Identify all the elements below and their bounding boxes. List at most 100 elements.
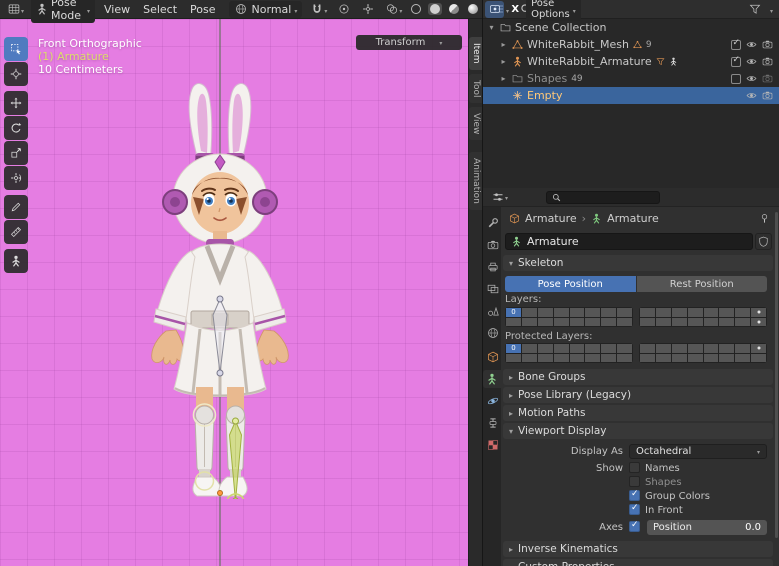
shading-rendered-button[interactable] [466, 3, 480, 15]
pose-options-dropdown[interactable]: Pose Options [526, 0, 581, 21]
proportional-editing-button[interactable] [334, 1, 353, 18]
layer-toggle[interactable] [735, 318, 750, 327]
sidebar-tab-item[interactable]: Item [469, 37, 482, 70]
layer-toggle[interactable] [719, 344, 734, 353]
pose-library-panel-header[interactable]: Pose Library (Legacy) [503, 387, 773, 403]
layer-toggle[interactable] [585, 318, 600, 327]
layer-toggle[interactable] [672, 308, 687, 317]
layer-toggle[interactable] [751, 318, 766, 327]
pose-breakdowner-tool[interactable] [4, 249, 28, 273]
properties-tab-scene[interactable] [485, 302, 501, 320]
menu-view[interactable]: View [100, 2, 134, 17]
layer-toggle[interactable] [735, 354, 750, 363]
layer-toggle[interactable] [735, 344, 750, 353]
properties-tab-constraints[interactable] [485, 414, 501, 432]
layer-toggle[interactable] [688, 354, 703, 363]
shading-wireframe-button[interactable] [409, 3, 423, 15]
menu-pose[interactable]: Pose [186, 2, 219, 17]
properties-tab-world[interactable] [485, 324, 501, 342]
layer-toggle[interactable] [735, 308, 750, 317]
overlays-toggle[interactable] [382, 1, 404, 18]
cursor-tool[interactable] [4, 62, 28, 86]
3d-viewport[interactable]: Front Orthographic (1) Armature 10 Centi… [0, 19, 468, 566]
breadcrumb-object[interactable]: Armature [525, 212, 577, 225]
layer-toggle[interactable] [601, 344, 616, 353]
fake-user-shield-button[interactable] [755, 233, 772, 250]
expand-arrow-icon[interactable] [499, 40, 508, 49]
mode-select[interactable]: Pose Mode [31, 0, 95, 23]
layer-toggle[interactable] [640, 318, 655, 327]
layer-toggle[interactable] [522, 308, 537, 317]
inverse-kinematics-panel-header[interactable]: Inverse Kinematics [503, 541, 773, 557]
pose-position-button[interactable]: Pose Position [505, 276, 636, 292]
breadcrumb-data[interactable]: Armature [607, 212, 659, 225]
layer-toggle[interactable] [554, 308, 569, 317]
character-model[interactable] [100, 69, 340, 499]
layer-toggle[interactable] [656, 308, 671, 317]
shading-solid-button[interactable] [428, 3, 442, 15]
scale-tool[interactable] [4, 141, 28, 165]
layer-toggle[interactable] [522, 354, 537, 363]
pin-icon[interactable] [757, 211, 772, 226]
render-camera-icon[interactable] [762, 56, 773, 67]
expand-arrow-icon[interactable] [499, 74, 508, 83]
x-mirror-toggle[interactable]: X [509, 4, 521, 15]
layer-toggle[interactable] [601, 308, 616, 317]
layer-toggle[interactable] [672, 354, 687, 363]
expand-arrow-icon[interactable] [487, 23, 496, 32]
annotate-tool[interactable] [4, 195, 28, 219]
measure-tool[interactable] [4, 220, 28, 244]
outliner-row-scene-collection[interactable]: Scene Collection [483, 19, 779, 36]
layer-toggle[interactable] [656, 354, 671, 363]
layer-toggle[interactable] [656, 344, 671, 353]
group-colors-checkbox[interactable] [629, 490, 640, 501]
layer-toggle[interactable] [538, 318, 553, 327]
hide-eye-icon[interactable] [746, 73, 757, 84]
editor-type-button[interactable] [4, 1, 26, 18]
layer-toggle[interactable] [522, 318, 537, 327]
properties-tab-tool[interactable] [485, 214, 501, 232]
layer-toggle[interactable]: 0 [506, 308, 521, 317]
properties-tab-render[interactable] [485, 236, 501, 254]
layer-toggle[interactable] [538, 354, 553, 363]
custom-properties-panel-header[interactable]: Custom Properties [503, 559, 773, 566]
layer-toggle[interactable] [506, 354, 521, 363]
layer-toggle[interactable] [688, 344, 703, 353]
armature-name-field[interactable]: Armature [505, 233, 753, 250]
in-front-checkbox[interactable] [629, 504, 640, 515]
properties-tab-output[interactable] [485, 258, 501, 276]
select-box-tool[interactable] [4, 37, 28, 61]
layer-toggle[interactable] [640, 308, 655, 317]
render-camera-icon[interactable] [762, 90, 773, 101]
hide-eye-icon[interactable] [746, 56, 757, 67]
layer-toggle[interactable] [719, 318, 734, 327]
layer-toggle[interactable] [704, 308, 719, 317]
selectability-checkbox[interactable] [731, 57, 741, 67]
move-tool[interactable] [4, 91, 28, 115]
layer-toggle[interactable] [538, 308, 553, 317]
layer-toggle[interactable] [688, 308, 703, 317]
layer-toggle[interactable] [719, 308, 734, 317]
outliner-row-whiterabbit-mesh[interactable]: WhiteRabbit_Mesh 9 [483, 36, 779, 53]
layer-toggle[interactable] [570, 354, 585, 363]
layer-toggle[interactable] [554, 318, 569, 327]
rest-position-button[interactable]: Rest Position [637, 276, 768, 292]
properties-scrollbar[interactable] [775, 212, 778, 538]
properties-tab-object[interactable] [485, 348, 501, 366]
layer-toggle[interactable] [751, 354, 766, 363]
properties-search-input[interactable] [546, 191, 660, 204]
properties-tab-texture[interactable] [485, 436, 501, 454]
layer-toggle[interactable] [585, 308, 600, 317]
layer-toggle[interactable] [585, 354, 600, 363]
properties-tab-physics[interactable] [485, 392, 501, 410]
layer-toggle[interactable] [570, 318, 585, 327]
layer-toggle[interactable] [554, 344, 569, 353]
motion-paths-panel-header[interactable]: Motion Paths [503, 405, 773, 421]
layer-toggle[interactable] [522, 344, 537, 353]
layer-toggle[interactable] [554, 354, 569, 363]
layer-toggle[interactable] [704, 318, 719, 327]
transform-tool[interactable] [4, 166, 28, 190]
rotate-tool[interactable] [4, 116, 28, 140]
filter-funnel-icon[interactable] [748, 2, 763, 17]
layer-toggle[interactable] [617, 344, 632, 353]
